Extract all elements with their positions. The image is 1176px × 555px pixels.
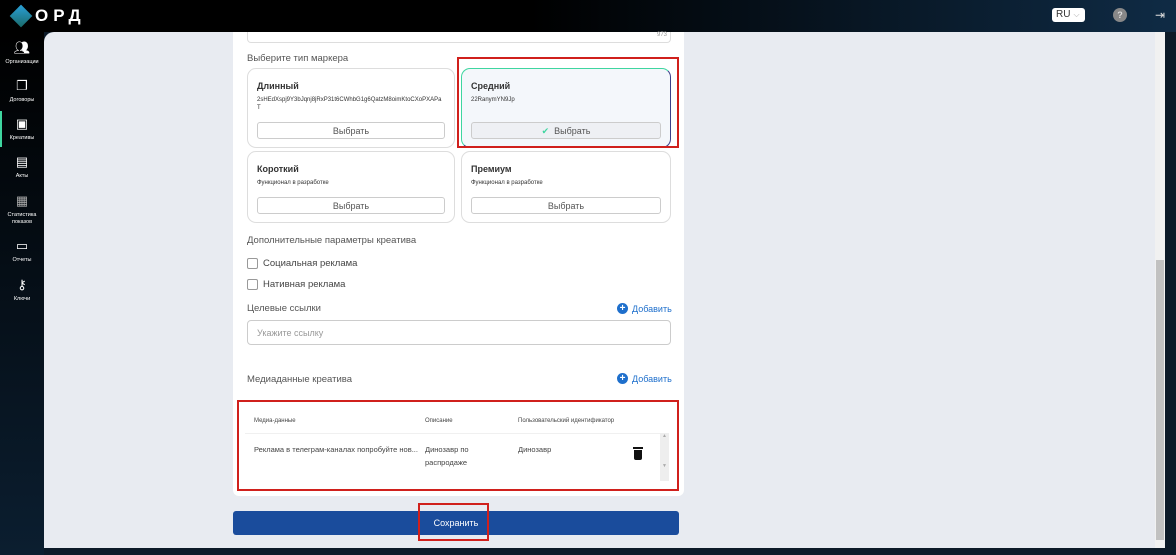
trash-icon[interactable] <box>633 447 643 460</box>
plus-icon: + <box>617 373 628 384</box>
report-icon: ▭ <box>15 238 29 253</box>
sidebar-item-creatives[interactable]: ▣ Креативы <box>0 111 44 147</box>
char-counter: 973 <box>656 32 667 38</box>
select-button[interactable]: Выбрать <box>257 122 445 139</box>
marker-card-medium[interactable]: Средний 22RanymYN9Jp ✔ Выбрать <box>461 68 671 148</box>
checkbox[interactable] <box>247 279 258 290</box>
sidebar-item-reports[interactable]: ▭ Отчеты <box>0 238 44 264</box>
logo[interactable]: ОРД <box>9 4 86 28</box>
top-bar: ОРД RU ⌵ ? ⇥ <box>0 0 1176 32</box>
stats-icon: ▦ <box>15 193 29 208</box>
logout-icon[interactable]: ⇥ <box>1155 8 1165 22</box>
sidebar: 👥︎ Организации ❐ Договоры ▣ Креативы ▤ Акты … <box>0 32 44 555</box>
sidebar-item-contracts[interactable]: ❐ Договоры <box>0 78 44 104</box>
column-header: Описание <box>425 418 453 424</box>
scrollbar-thumb[interactable] <box>1156 260 1164 540</box>
select-button[interactable]: Выбрать <box>257 197 445 214</box>
sidebar-item-organizations[interactable]: 👥︎ Организации <box>0 40 44 66</box>
social-ad-checkbox[interactable]: Социальная реклама <box>247 258 357 269</box>
image-icon: ▣ <box>15 116 29 131</box>
marker-card-premium[interactable]: Премиум Функционал в разработке Выбрать <box>461 151 671 223</box>
add-link-button[interactable]: + Добавить <box>617 303 672 314</box>
marker-card-long[interactable]: Длинный 2sHEdXspj9Y3bJqnj8jRxP31t6CWhbG1g… <box>247 68 455 148</box>
column-header: Пользовательский идентификатор <box>518 418 615 424</box>
help-button[interactable]: ? <box>1113 8 1127 22</box>
media-table: Медиа-данные Описание Пользовательский и… <box>245 405 670 485</box>
chevron-down-icon: ⌵ <box>1073 10 1080 19</box>
marker-card-short[interactable]: Короткий Функционал в разработке Выбрать <box>247 151 455 223</box>
table-scrollbar[interactable]: ▲ ▼ <box>660 433 669 481</box>
language-select[interactable]: RU ⌵ <box>1052 8 1085 22</box>
select-button[interactable]: ✔ Выбрать <box>471 122 661 139</box>
key-icon: ⚷ <box>17 277 27 292</box>
marker-type-label: Выберите тип маркера <box>247 53 349 64</box>
logo-icon <box>9 4 33 28</box>
column-header: Медиа-данные <box>254 418 296 424</box>
checkbox[interactable] <box>247 258 258 269</box>
add-media-button[interactable]: + Добавить <box>617 373 672 384</box>
target-links-label: Целевые ссылки <box>247 303 321 314</box>
link-input[interactable]: Укажите ссылку <box>247 320 671 345</box>
sidebar-item-keys[interactable]: ⚷ Ключи <box>0 277 44 303</box>
save-button[interactable]: Сохранить <box>233 511 679 535</box>
sidebar-item-stats[interactable]: ▦ Статистика показов <box>0 193 44 226</box>
check-icon: ✔ <box>541 126 550 136</box>
page-scrollbar[interactable] <box>1155 32 1165 548</box>
divider <box>245 433 660 434</box>
media-label: Медиаданные креатива <box>247 374 352 385</box>
file-icon: ▤ <box>15 154 29 169</box>
select-button[interactable]: Выбрать <box>471 197 661 214</box>
documents-icon: ❐ <box>16 78 28 93</box>
users-icon: 👥︎ <box>13 40 31 55</box>
plus-icon: + <box>617 303 628 314</box>
description-textarea[interactable]: 973 <box>247 32 671 43</box>
extra-params-label: Дополнительные параметры креатива <box>247 235 417 246</box>
native-ad-checkbox[interactable]: Нативная реклама <box>247 279 345 290</box>
sidebar-item-acts[interactable]: ▤ Акты <box>0 154 44 180</box>
